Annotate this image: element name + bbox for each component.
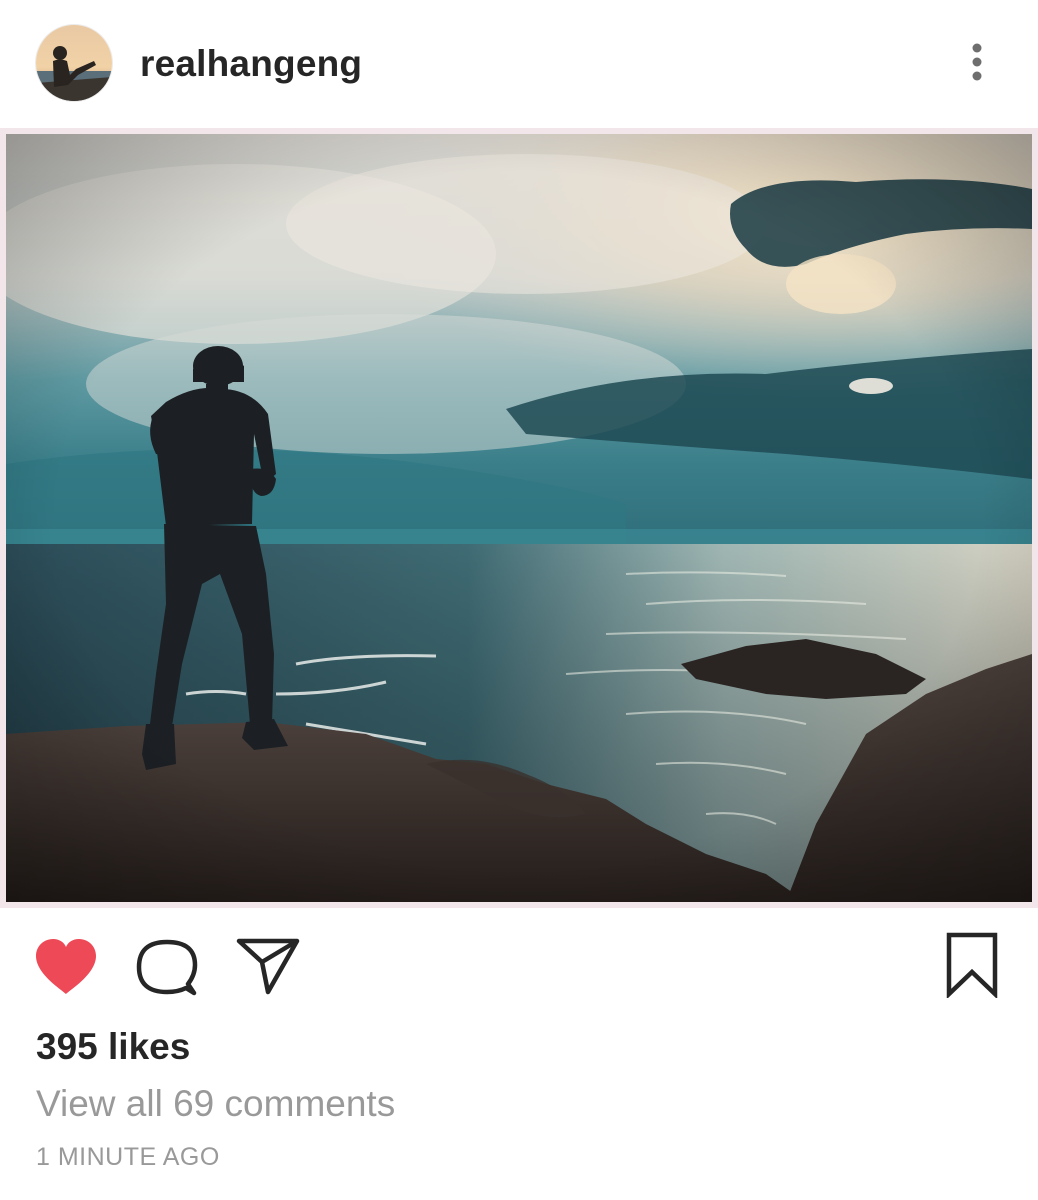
view-all-comments-link[interactable]: View all 69 comments (36, 1082, 395, 1126)
heart-filled-icon[interactable] (34, 938, 98, 996)
username[interactable]: realhangeng (140, 42, 362, 86)
avatar-image (36, 25, 112, 101)
more-vertical-icon[interactable] (958, 38, 998, 88)
bookmark-icon[interactable] (944, 932, 1000, 998)
post-header: realhangeng (0, 0, 1038, 128)
likes-count[interactable]: 395 likes (36, 1025, 190, 1069)
paper-plane-icon[interactable] (236, 938, 300, 996)
post-actions-bar (0, 908, 1038, 1018)
post-photo[interactable] (6, 134, 1032, 902)
post-photo-image (6, 134, 1032, 902)
comment-bubble-icon[interactable] (136, 938, 198, 996)
post-media-frame (0, 128, 1038, 908)
post-timestamp: 1 MINUTE AGO (36, 1143, 220, 1171)
avatar[interactable] (36, 25, 112, 101)
